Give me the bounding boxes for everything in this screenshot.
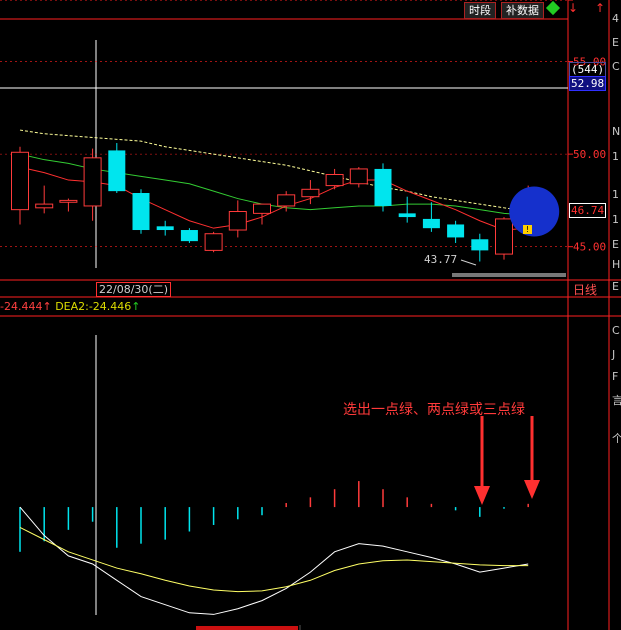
price-tick-label: 45.00: [573, 241, 606, 254]
down-arrow-icon[interactable]: ↓: [568, 1, 578, 15]
candlestick-series: [11, 143, 538, 262]
candle-body-up: [228, 211, 247, 231]
alert-icon[interactable]: !: [523, 225, 532, 234]
right-panel-glyph: 个: [612, 432, 621, 445]
candle-body-up: [59, 199, 78, 203]
min-price-pointer: [460, 259, 477, 266]
right-panel-glyph: J: [612, 348, 616, 361]
right-panel-glyph: C: [612, 60, 620, 73]
candle-body-up: [83, 157, 102, 207]
date-label: 22/08/30(二): [96, 282, 171, 297]
min-price-label: 43.77: [424, 253, 458, 266]
candle-body-down: [398, 213, 416, 218]
period-button[interactable]: 时段: [464, 2, 496, 19]
candle-body-up: [253, 203, 271, 214]
highlight-circle: [509, 186, 560, 237]
candle-body-up: [495, 218, 513, 255]
candle-body-down: [132, 193, 150, 231]
price-tick-label: 50.00: [573, 148, 606, 161]
candle-body-down: [156, 226, 174, 231]
right-panel-glyph: C: [612, 324, 620, 337]
candle-body-down: [471, 239, 489, 251]
candle-body-up: [277, 194, 296, 207]
indicator-values: -24.444↑ DEA2:-24.446↑: [0, 300, 141, 313]
price-gridlines: [0, 61, 568, 247]
supplement-data-button[interactable]: 补数据: [501, 2, 544, 19]
right-panel-glyph: F: [612, 370, 619, 383]
stock-chart: 55.0050.0045.00 2.001.000.00-1.00: [0, 0, 621, 630]
candle-body-down: [422, 218, 440, 229]
annotation-text: 选出一点绿、两点绿或三点绿: [343, 402, 525, 418]
candle-body-up: [11, 151, 29, 211]
right-panel-glyph: N: [612, 125, 621, 138]
right-panel-glyph: E: [612, 238, 619, 251]
count-box: (544): [569, 62, 607, 77]
crosshair-price-box: 52.98: [569, 76, 607, 91]
tab-daily-line[interactable]: 日线: [573, 281, 597, 298]
right-panel-glyph: E: [612, 36, 619, 49]
right-panel-glyph: 1: [612, 150, 619, 163]
candle-body-up: [301, 188, 320, 198]
indicator-tick-label: -1.00: [577, 0, 610, 3]
right-panel-glyph: E: [612, 280, 619, 293]
candle-body-up: [349, 168, 368, 185]
dea-value: DEA2:-24.446: [55, 300, 132, 313]
current-price-box: 46.74: [569, 203, 607, 218]
highlight-circle-shape: [509, 186, 560, 237]
candle-body-down: [180, 230, 198, 242]
right-panel-glyph: 4: [612, 12, 619, 25]
candle-body-down: [108, 150, 126, 192]
candle-body-down: [374, 168, 392, 206]
annotation-arrows: [474, 416, 540, 505]
right-panel-glyph: 1: [612, 213, 619, 226]
candle-body-up: [204, 233, 223, 251]
candle-body-up: [325, 173, 344, 187]
up-arrow-icon[interactable]: ↑: [595, 1, 605, 15]
chart-frame: [0, 0, 621, 630]
right-panel-glyph: 言: [612, 394, 621, 407]
right-panel-glyph: H: [612, 258, 621, 271]
candle-body-down: [447, 224, 465, 238]
right-panel-glyph: 1: [612, 188, 619, 201]
macd-value: -24.444: [0, 300, 43, 313]
candle-body-up: [35, 203, 54, 209]
